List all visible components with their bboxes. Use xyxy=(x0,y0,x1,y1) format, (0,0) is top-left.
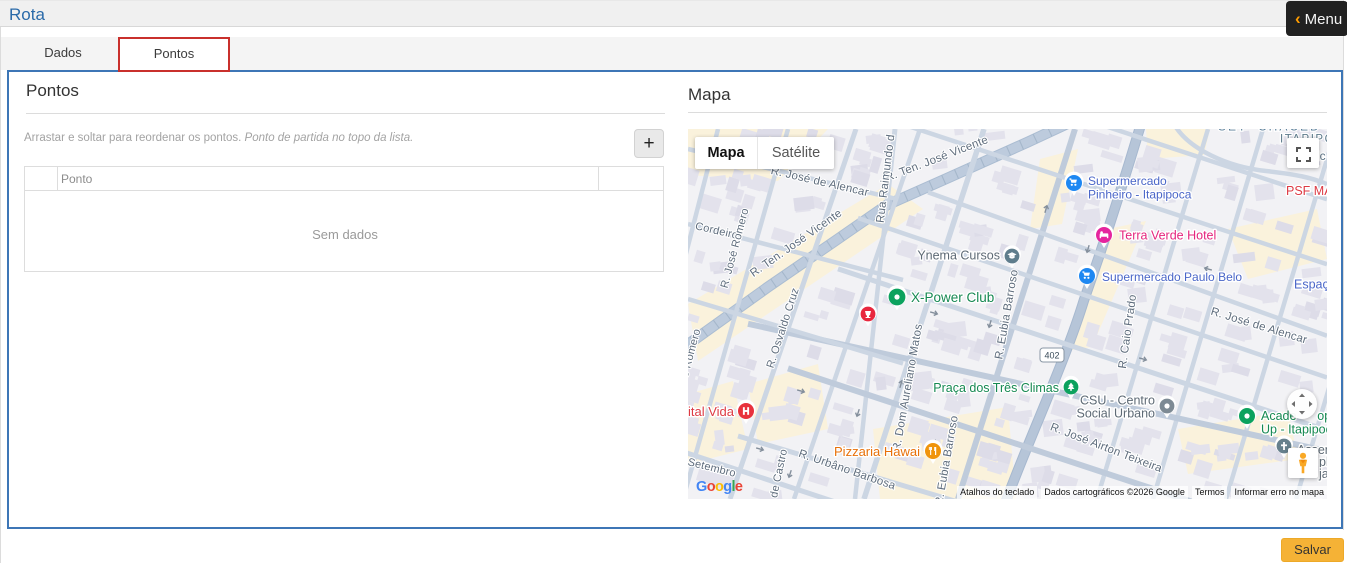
svg-text:ja: ja xyxy=(1318,467,1327,481)
svg-text:Pizzaria Hawai: Pizzaria Hawai xyxy=(834,444,920,459)
svg-text:Espaç: Espaç xyxy=(1294,278,1327,292)
svg-text:X-Power Club: X-Power Club xyxy=(911,290,994,305)
svg-text:Praça dos Três Climas: Praça dos Três Climas xyxy=(933,381,1059,395)
svg-text:Pinheiro - Itapipoca: Pinheiro - Itapipoca xyxy=(1088,188,1192,202)
svg-text:pital Vida: pital Vida xyxy=(688,404,735,419)
svg-text:402: 402 xyxy=(1044,351,1059,361)
svg-text:Social Urbano: Social Urbano xyxy=(1076,407,1155,421)
svg-text:Terra Verde Hotel: Terra Verde Hotel xyxy=(1119,229,1216,243)
svg-text:PSF MAD: PSF MAD xyxy=(1286,184,1327,198)
svg-text:Up - Itapipoca: Up - Itapipoca xyxy=(1261,423,1327,437)
svg-text:Supermercado Paulo Belo: Supermercado Paulo Belo xyxy=(1102,270,1242,284)
svg-text:Supermercado: Supermercado xyxy=(1088,174,1167,188)
svg-text:Ynema Cursos: Ynema Cursos xyxy=(917,249,1000,263)
svg-text:CSU - Centro: CSU - Centro xyxy=(1080,394,1155,408)
svg-text:SET CHACED: SET CHACED xyxy=(1218,129,1321,134)
